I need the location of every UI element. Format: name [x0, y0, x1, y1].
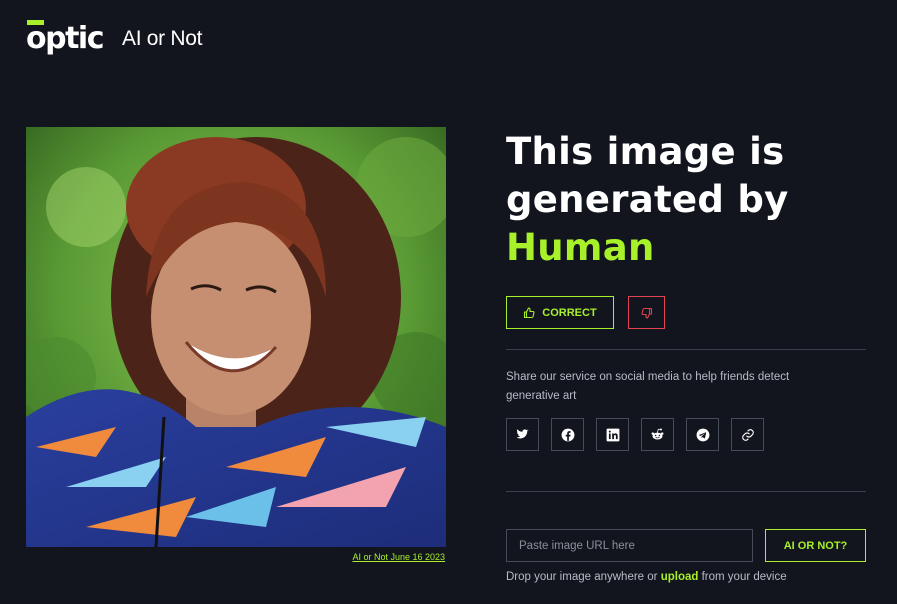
share-text: Share our service on social media to hel… [506, 371, 790, 402]
divider-top [506, 349, 866, 350]
divider-bottom [506, 491, 866, 492]
reddit-icon [651, 428, 664, 440]
correct-button[interactable]: CORRECT [506, 296, 614, 329]
drop-instructions: Drop your image anywhere or upload from … [506, 571, 787, 583]
result-verdict: Human [506, 226, 655, 269]
facebook-share-button[interactable] [551, 418, 584, 451]
correct-label: CORRECT [542, 306, 597, 319]
linkedin-share-button[interactable] [596, 418, 629, 451]
twitter-icon [516, 429, 529, 439]
ai-or-not-submit-button[interactable]: AI OR NOT? [765, 529, 866, 562]
thumbs-up-icon [524, 306, 535, 318]
optic-logo: optic [26, 20, 112, 56]
drop-prefix: Drop your image anywhere or [506, 571, 658, 583]
logo[interactable]: optic AI or Not [26, 20, 203, 56]
reddit-share-button[interactable] [641, 418, 674, 451]
image-caption-link[interactable]: AI or Not June 16 2023 [26, 552, 445, 562]
twitter-share-button[interactable] [506, 418, 539, 451]
telegram-share-button[interactable] [686, 418, 719, 451]
drop-suffix: from your device [701, 571, 787, 583]
copy-link-button[interactable] [731, 418, 764, 451]
link-icon [741, 428, 754, 441]
upload-link[interactable]: upload [661, 571, 699, 583]
telegram-icon [696, 428, 709, 441]
thumbs-down-icon [640, 307, 652, 319]
incorrect-button[interactable] [628, 296, 665, 329]
logo-wordmark: optic [26, 21, 105, 56]
result-heading: This image is generated by Human [506, 128, 789, 272]
app-title: AI or Not [122, 27, 203, 50]
linkedin-icon [606, 428, 619, 441]
facebook-icon [561, 428, 574, 441]
result-line-2: generated by [506, 178, 789, 221]
analyzed-image [26, 127, 446, 547]
image-url-input[interactable] [506, 529, 753, 562]
result-line-1: This image is [506, 130, 785, 173]
